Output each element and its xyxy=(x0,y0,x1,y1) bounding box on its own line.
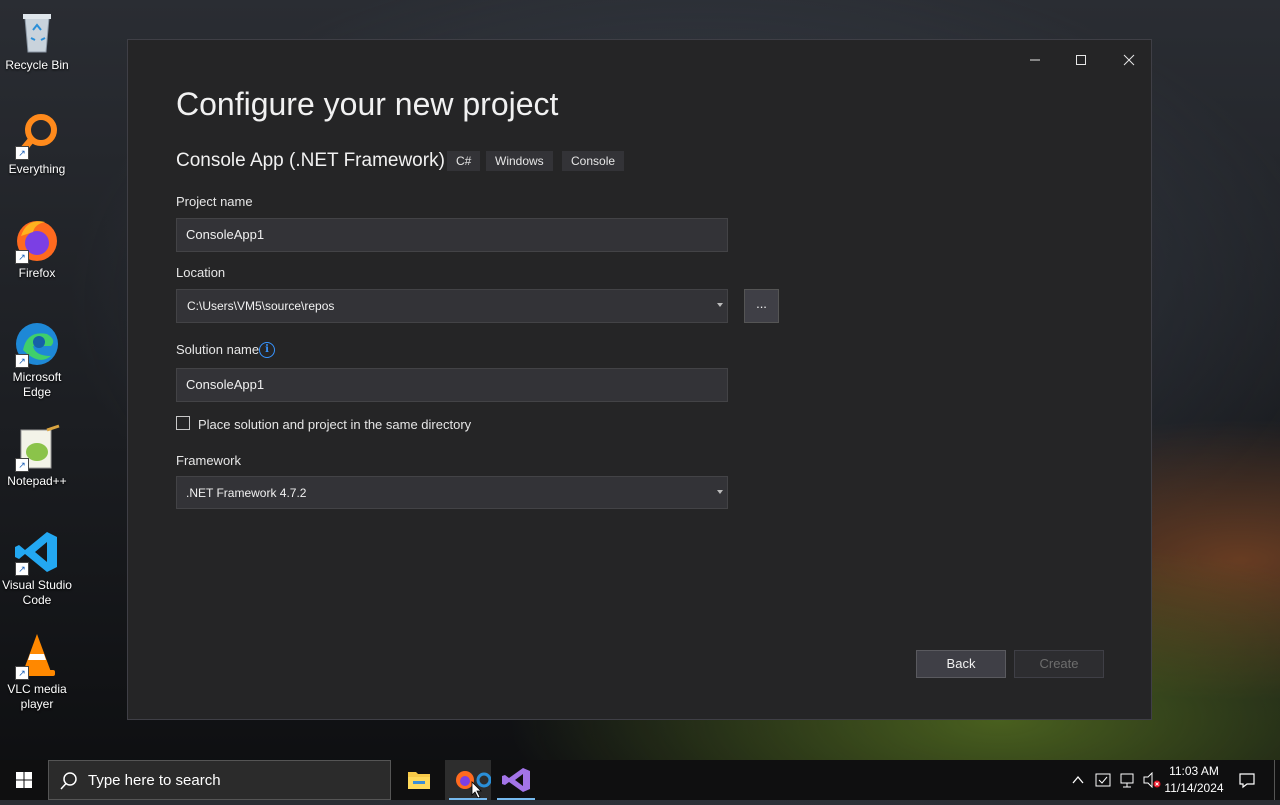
taskbar-file-explorer[interactable] xyxy=(396,760,442,800)
maximize-button[interactable] xyxy=(1058,46,1104,76)
shortcut-arrow-icon: ↗ xyxy=(15,666,29,680)
desktop-icon-firefox[interactable]: ↗ Firefox xyxy=(0,216,74,281)
framework-label: Framework xyxy=(176,453,242,468)
location-combobox[interactable]: C:\Users\VM5\source\repos xyxy=(176,289,728,323)
everything-icon: ↗ xyxy=(13,112,61,160)
chevron-down-icon[interactable] xyxy=(717,490,723,494)
firefox-icon: ↗ xyxy=(13,216,61,264)
solution-name-label: Solution name xyxy=(176,342,260,357)
desktop-icon-recycle-bin[interactable]: Recycle Bin xyxy=(0,8,74,73)
vlc-icon: ↗ xyxy=(13,632,61,680)
desktop-icon-label: Visual Studio Code xyxy=(2,578,72,607)
maximize-icon xyxy=(1076,55,1086,65)
search-icon xyxy=(60,772,77,790)
edge-icon: ↗ xyxy=(13,320,61,368)
defender-icon[interactable] xyxy=(1095,772,1111,788)
desktop-icon-label: Recycle Bin xyxy=(5,58,69,72)
taskbar-browser-group[interactable] xyxy=(445,760,492,800)
desktop-icon-label: VLC media player xyxy=(7,682,67,711)
same-directory-checkbox[interactable] xyxy=(176,416,190,430)
close-button[interactable] xyxy=(1106,46,1152,76)
browse-location-button[interactable]: ... xyxy=(744,289,779,323)
clock-date[interactable]: 11/14/2024 xyxy=(1164,781,1224,795)
notification-center-icon[interactable] xyxy=(1238,771,1256,789)
network-icon[interactable] xyxy=(1119,772,1135,788)
firefox-edge-icon xyxy=(456,771,492,799)
chevron-down-icon[interactable] xyxy=(717,303,723,307)
project-name-input[interactable]: ConsoleApp1 xyxy=(176,218,728,252)
minimize-icon xyxy=(1030,59,1040,61)
taskbar-search-box[interactable]: Type here to search xyxy=(48,760,391,800)
create-button[interactable]: Create xyxy=(1014,650,1104,678)
desktop-icon-vlc[interactable]: ↗ VLC media player xyxy=(0,632,74,712)
vscode-icon: ↗ xyxy=(13,528,61,576)
location-value: C:\Users\VM5\source\repos xyxy=(187,299,335,313)
close-icon xyxy=(1123,54,1135,66)
shortcut-arrow-icon: ↗ xyxy=(15,250,29,264)
clock-time[interactable]: 11:03 AM xyxy=(1164,764,1224,778)
desktop-icon-everything[interactable]: ↗ Everything xyxy=(0,112,74,177)
page-title: Configure your new project xyxy=(176,86,559,122)
file-explorer-icon xyxy=(408,772,430,789)
project-name-label: Project name xyxy=(176,194,253,209)
tag-platform: Windows xyxy=(486,151,553,171)
same-directory-label[interactable]: Place solution and project in the same d… xyxy=(198,417,471,432)
desktop-icon-microsoft-edge[interactable]: ↗ Microsoft Edge xyxy=(0,320,74,400)
volume-muted-icon[interactable] xyxy=(1143,772,1161,788)
location-label: Location xyxy=(176,265,226,280)
taskbar-visual-studio[interactable] xyxy=(493,760,539,800)
desktop-icon-label: Notepad++ xyxy=(7,474,67,488)
search-placeholder: Type here to search xyxy=(88,772,221,789)
show-desktop-button[interactable] xyxy=(1274,760,1280,800)
desktop-icon-vscode[interactable]: ↗ Visual Studio Code xyxy=(0,528,74,608)
notepad-plus-plus-icon: ↗ xyxy=(13,424,61,472)
template-name: Console App (.NET Framework) xyxy=(176,150,445,171)
shortcut-arrow-icon: ↗ xyxy=(15,354,29,368)
tag-project-type: Console xyxy=(562,151,625,171)
desktop-icon-label: Microsoft Edge xyxy=(12,370,62,399)
shortcut-arrow-icon: ↗ xyxy=(15,146,29,160)
desktop-icon-notepad-plus-plus[interactable]: ↗ Notepad++ xyxy=(0,424,74,489)
shortcut-arrow-icon: ↗ xyxy=(15,562,29,576)
info-icon[interactable]: i xyxy=(259,342,275,358)
shortcut-arrow-icon: ↗ xyxy=(15,458,29,472)
configure-project-dialog: Configure your new project Console App (… xyxy=(127,39,1152,720)
minimize-button[interactable] xyxy=(1012,46,1058,76)
solution-name-input[interactable]: ConsoleApp1 xyxy=(176,368,728,402)
back-button[interactable]: Back xyxy=(916,650,1006,678)
tag-language: C# xyxy=(447,151,481,171)
recycle-bin-icon xyxy=(13,8,61,56)
start-button[interactable] xyxy=(0,760,48,800)
windows-logo-icon xyxy=(16,772,32,788)
desktop-icon-label: Firefox xyxy=(18,266,56,280)
visual-studio-icon xyxy=(502,768,530,792)
desktop-icon-label: Everything xyxy=(8,162,66,176)
taskbar: Type here to search 11:03 AM 11/14/2024 xyxy=(0,760,1280,800)
framework-dropdown[interactable]: .NET Framework 4.7.2 xyxy=(176,476,728,509)
framework-value: .NET Framework 4.7.2 xyxy=(186,486,307,500)
chevron-up-icon[interactable] xyxy=(1072,775,1084,785)
